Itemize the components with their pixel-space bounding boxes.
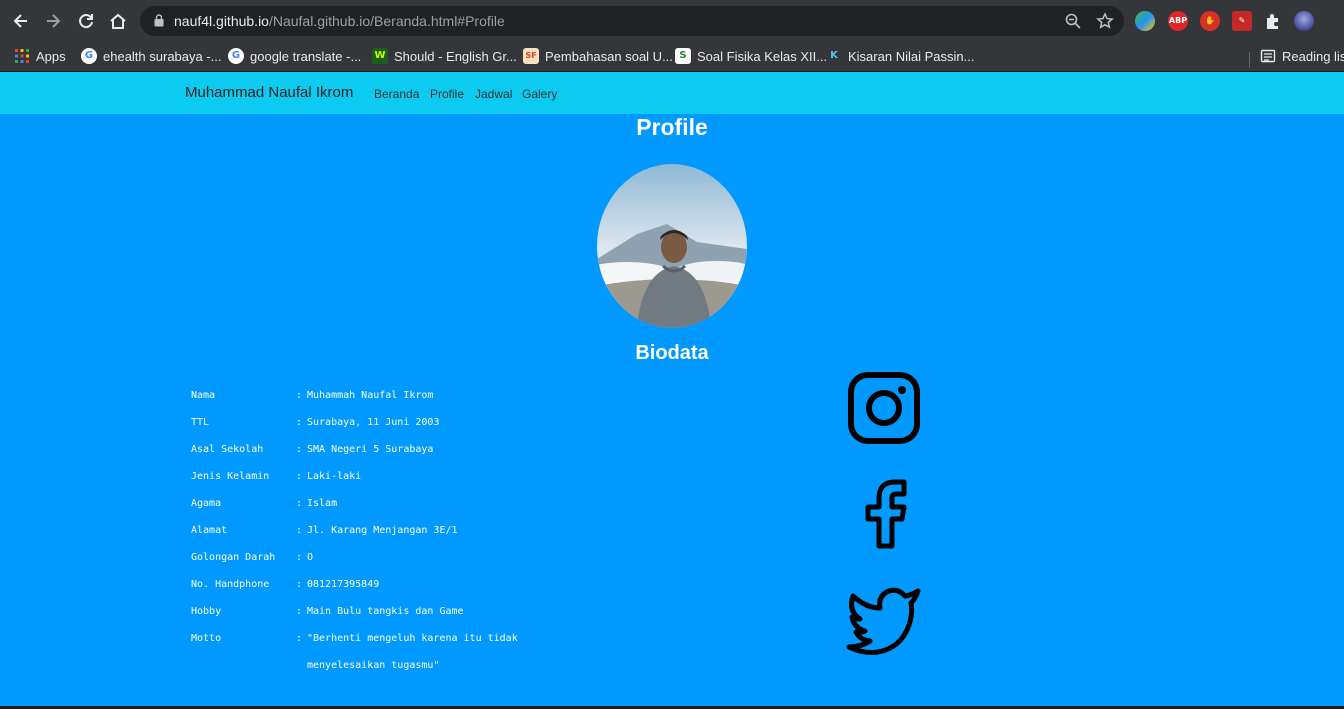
forward-arrow-icon[interactable]	[43, 11, 63, 31]
back-arrow-icon[interactable]	[11, 11, 31, 31]
adblock-plus-icon[interactable]: ABP	[1168, 11, 1188, 31]
bookmark-label: google translate -...	[250, 48, 362, 64]
stop-hand-icon[interactable]: ✋	[1200, 11, 1220, 31]
twitter-icon[interactable]	[846, 584, 922, 656]
stylus-icon[interactable]: ✎	[1232, 11, 1252, 31]
color-extension-icon[interactable]	[1135, 11, 1155, 31]
biodata-value: 081217395849	[307, 579, 380, 590]
reading-list-button[interactable]: Reading list	[1260, 46, 1344, 66]
bookmarks-bar: Apps G ehealth surabaya -... G google tr…	[0, 42, 1344, 72]
zoom-icon[interactable]	[1064, 12, 1082, 30]
bookmark-should-english[interactable]: W Should - English Gr...	[372, 46, 517, 66]
bookmark-label: Should - English Gr...	[394, 48, 517, 64]
bookmark-label: ehealth surabaya -...	[103, 48, 222, 64]
home-icon[interactable]	[108, 11, 128, 31]
bookmark-ehealth[interactable]: G ehealth surabaya -...	[81, 46, 222, 66]
leaf-icon: S	[675, 48, 691, 64]
bookmarks-divider	[1249, 52, 1250, 68]
section-title-biodata: Biodata	[635, 342, 709, 364]
biodata-value: "Berhenti mengeluh karena itu tidak	[307, 633, 518, 644]
apps-grid-icon	[14, 48, 30, 64]
extensions-puzzle-icon[interactable]	[1263, 11, 1283, 31]
page-title: Profile	[636, 114, 708, 140]
biodata-colon: :	[296, 417, 303, 428]
bookmark-star-icon[interactable]	[1096, 12, 1114, 30]
biodata-value: Surabaya, 11 Juni 2003	[307, 417, 440, 428]
biodata-colon: :	[296, 633, 303, 644]
bookmark-google-translate[interactable]: G google translate -...	[228, 46, 361, 66]
biodata-colon: :	[296, 498, 303, 509]
biodata-value: menyelesaikan tugasmu"	[307, 660, 440, 671]
biodata-colon: :	[296, 444, 303, 455]
biodata-colon: :	[296, 525, 303, 536]
profile-avatar-icon[interactable]	[1294, 11, 1314, 31]
biodata-label: Jenis Kelamin	[191, 471, 270, 482]
bookmark-pembahasan-soal[interactable]: SF Pembahasan soal U...	[523, 46, 673, 66]
site-navbar: Muhammad Naufal Ikrom Beranda Profile Ja…	[0, 72, 1344, 114]
sf-icon: SF	[523, 48, 539, 64]
instagram-icon[interactable]	[846, 372, 922, 444]
lock-icon[interactable]	[154, 14, 164, 27]
biodata-value: Jl. Karang Menjangan 3E/1	[307, 525, 458, 536]
bookmark-soal-fisika[interactable]: S Soal Fisika Kelas XII...	[675, 46, 827, 66]
google-icon: G	[228, 48, 244, 64]
biodata-colon: :	[296, 552, 303, 563]
biodata-value: Main Bulu tangkis dan Game	[307, 606, 464, 617]
bookmark-label: Soal Fisika Kelas XII...	[697, 48, 828, 64]
biodata-label: Agama	[191, 498, 222, 509]
biodata-value: Laki-laki	[307, 471, 362, 482]
reload-icon[interactable]	[76, 11, 96, 31]
biodata-label: Asal Sekolah	[191, 444, 264, 455]
biodata-label: Nama	[191, 390, 216, 401]
bookmark-label: Apps	[36, 48, 66, 64]
url-text: nauf4l.github.io/Naufal.github.io/Berand…	[174, 13, 505, 29]
k-icon: K	[826, 48, 842, 64]
biodata-label: Hobby	[191, 606, 222, 617]
bookmark-label: Kisaran Nilai Passin...	[848, 48, 975, 64]
biodata-value: O	[307, 552, 314, 563]
nav-link-galery[interactable]: Galery	[522, 87, 557, 101]
biodata-colon: :	[296, 606, 303, 617]
biodata-label: Golongan Darah	[191, 552, 276, 563]
profile-photo	[597, 164, 747, 328]
facebook-icon[interactable]	[846, 478, 922, 550]
nav-link-beranda[interactable]: Beranda	[374, 87, 419, 101]
biodata-value: Islam	[307, 498, 338, 509]
biodata-value: Muhammah Naufal Ikrom	[307, 390, 434, 401]
bookmark-apps[interactable]: Apps	[14, 46, 66, 66]
biodata-label: Alamat	[191, 525, 228, 536]
google-icon: G	[81, 48, 97, 64]
bookmark-kisaran-nilai[interactable]: K Kisaran Nilai Passin...	[826, 46, 974, 66]
navbar-brand[interactable]: Muhammad Naufal Ikrom	[185, 84, 353, 101]
biodata-label: Motto	[191, 633, 222, 644]
biodata-label: TTL	[191, 417, 210, 428]
bookmark-label: Pembahasan soal U...	[545, 48, 673, 64]
biodata-value: SMA Negeri 5 Surabaya	[307, 444, 434, 455]
reading-list-label: Reading list	[1282, 48, 1344, 64]
reading-list-icon	[1260, 48, 1276, 64]
biodata-colon: :	[296, 579, 303, 590]
nav-link-jadwal[interactable]: Jadwal	[475, 87, 512, 101]
nav-link-profile[interactable]: Profile	[430, 87, 464, 101]
browser-toolbar: nauf4l.github.io/Naufal.github.io/Berand…	[0, 0, 1344, 42]
biodata-label: No. Handphone	[191, 579, 270, 590]
biodata-colon: :	[296, 471, 303, 482]
biodata-colon: :	[296, 390, 303, 401]
address-bar[interactable]: nauf4l.github.io/Naufal.github.io/Berand…	[140, 6, 1124, 36]
wordreference-icon: W	[372, 48, 388, 64]
